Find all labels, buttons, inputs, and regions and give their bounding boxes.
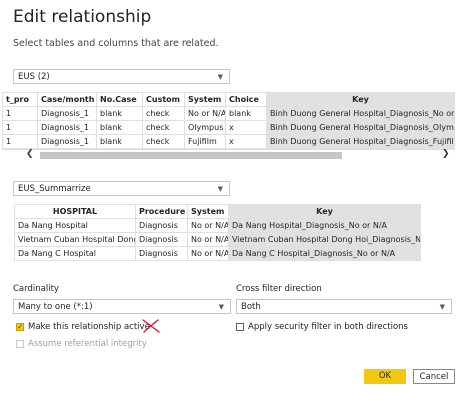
security-filter-label[interactable]: Apply security filter in both directions xyxy=(248,322,408,332)
red-x-mark-icon xyxy=(142,319,160,333)
table-cell: blank xyxy=(96,106,143,121)
table-cell: Diagnosis xyxy=(135,246,188,261)
table-cell-key: Da Nang C Hospital_Diagnosis_No or N/A xyxy=(228,246,421,261)
table-cell: Diagnosis_1 xyxy=(37,134,97,149)
table-cell-key: Binh Duong General Hospital_Diagnosis_Fu… xyxy=(266,134,455,149)
column-header[interactable]: Case/month xyxy=(37,92,97,107)
column-header[interactable]: t_pro xyxy=(2,92,38,107)
table-cell: Vietnam Cuban Hospital Dong Hoi xyxy=(14,232,136,247)
table2-select[interactable]: EUS_Summarrize ▼ xyxy=(13,181,230,196)
referential-integrity-label: Assume referential integrity xyxy=(28,339,147,349)
table-cell: Diagnosis_1 xyxy=(37,120,97,135)
table-cell: 1 xyxy=(2,106,38,121)
chevron-down-icon: ▼ xyxy=(439,303,445,311)
table2-header-row: HOSPITAL Procedure System Key xyxy=(14,204,421,219)
column-header[interactable]: HOSPITAL xyxy=(14,204,136,219)
column-header-key[interactable]: Key xyxy=(228,204,421,219)
table-cell: Diagnosis_1 xyxy=(37,106,97,121)
scroll-right-icon[interactable]: ❯ xyxy=(442,149,450,159)
column-header[interactable]: No.Case xyxy=(96,92,143,107)
table-cell: check xyxy=(142,134,185,149)
table-cell: blank xyxy=(96,134,143,149)
ok-button[interactable]: OK xyxy=(364,369,406,384)
cardinality-select-value: Many to one (*:1) xyxy=(18,302,93,312)
dialog-title: Edit relationship xyxy=(13,7,152,27)
chevron-down-icon: ▼ xyxy=(217,185,223,193)
table-cell: Da Nang C Hospital xyxy=(14,246,136,261)
table1-preview: t_pro Case/month No.Case Custom System C… xyxy=(2,92,455,149)
cardinality-label: Cardinality xyxy=(13,284,59,294)
column-header[interactable]: System xyxy=(187,204,229,219)
dialog-subtitle: Select tables and columns that are relat… xyxy=(13,38,219,49)
table1-select-value: EUS (2) xyxy=(18,72,50,82)
table-cell: check xyxy=(142,120,185,135)
table2-select-value: EUS_Summarrize xyxy=(18,184,91,194)
table-cell-key: Binh Duong General Hospital_Diagnosis_Ol… xyxy=(266,120,455,135)
table-cell: blank xyxy=(225,106,267,121)
table-cell: x xyxy=(225,120,267,135)
chevron-down-icon: ▼ xyxy=(218,303,224,311)
table-cell-key: Da Nang Hospital_Diagnosis_No or N/A xyxy=(228,218,421,233)
table-cell: 1 xyxy=(2,134,38,149)
checkmark-icon: ✓ xyxy=(17,323,23,331)
table-cell: Olympus xyxy=(184,120,226,135)
table2-preview: HOSPITAL Procedure System Key Da Nang Ho… xyxy=(14,204,421,261)
scroll-left-icon[interactable]: ❮ xyxy=(26,149,34,159)
cross-filter-select[interactable]: Both ▼ xyxy=(236,299,452,314)
table-cell: 1 xyxy=(2,120,38,135)
scrollbar-thumb[interactable] xyxy=(40,152,342,159)
column-header[interactable]: Choice xyxy=(225,92,267,107)
table-row: Da Nang C Hospital Diagnosis No or N/A D… xyxy=(14,246,421,261)
table-cell: Fujifilm xyxy=(184,134,226,149)
cross-filter-label: Cross filter direction xyxy=(236,284,322,294)
active-checkbox-label[interactable]: Make this relationship active xyxy=(28,322,150,332)
table-cell: check xyxy=(142,106,185,121)
column-header-key[interactable]: Key xyxy=(266,92,455,107)
column-header[interactable]: System xyxy=(184,92,226,107)
table-cell: No or N/A xyxy=(184,106,226,121)
chevron-down-icon: ▼ xyxy=(217,73,223,81)
table-cell: Da Nang Hospital xyxy=(14,218,136,233)
table-cell: Diagnosis xyxy=(135,218,188,233)
table-cell: x xyxy=(225,134,267,149)
table-row: 1 Diagnosis_1 blank check Olympus x Binh… xyxy=(2,120,455,135)
table-row: Da Nang Hospital Diagnosis No or N/A Da … xyxy=(14,218,421,233)
security-filter-checkbox[interactable] xyxy=(236,323,244,331)
active-checkbox[interactable]: ✓ xyxy=(16,323,24,331)
table-row: 1 Diagnosis_1 blank check Fujifilm x Bin… xyxy=(2,134,455,149)
column-header[interactable]: Procedure xyxy=(135,204,188,219)
table-cell-key: Vietnam Cuban Hospital Dong Hoi_Diagnosi… xyxy=(228,232,421,247)
cross-filter-select-value: Both xyxy=(241,302,261,312)
table-cell: Diagnosis xyxy=(135,232,188,247)
column-header[interactable]: Custom xyxy=(142,92,185,107)
table-row: Vietnam Cuban Hospital Dong Hoi Diagnosi… xyxy=(14,232,421,247)
table1-select[interactable]: EUS (2) ▼ xyxy=(13,69,230,84)
table-cell: No or N/A xyxy=(187,246,229,261)
referential-integrity-checkbox xyxy=(16,340,24,348)
table-cell: No or N/A xyxy=(187,232,229,247)
cancel-button[interactable]: Cancel xyxy=(413,369,455,384)
table-cell: No or N/A xyxy=(187,218,229,233)
cardinality-select[interactable]: Many to one (*:1) ▼ xyxy=(13,299,231,314)
table-row: 1 Diagnosis_1 blank check No or N/A blan… xyxy=(2,106,455,121)
table1-header-row: t_pro Case/month No.Case Custom System C… xyxy=(2,92,455,107)
table-cell-key: Binh Duong General Hospital_Diagnosis_No… xyxy=(266,106,455,121)
table-cell: blank xyxy=(96,120,143,135)
table1-horizontal-scrollbar[interactable]: ❮ ❯ xyxy=(2,149,454,161)
